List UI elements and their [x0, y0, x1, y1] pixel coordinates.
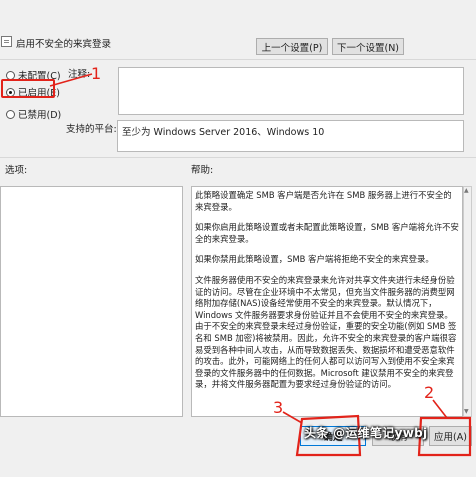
- annotation-number-3: 3: [273, 398, 284, 417]
- watermark: 头条 @运维笔记ywbj: [304, 426, 428, 440]
- annotation-arrow-3: [282, 411, 303, 424]
- annotation-number-2: 2: [424, 383, 435, 402]
- annotation-number-1: 1: [91, 64, 102, 83]
- annotation-arrow-1: [49, 73, 93, 87]
- annotation-overlay: [49, 73, 472, 457]
- annotation-arrow-2: [432, 399, 448, 419]
